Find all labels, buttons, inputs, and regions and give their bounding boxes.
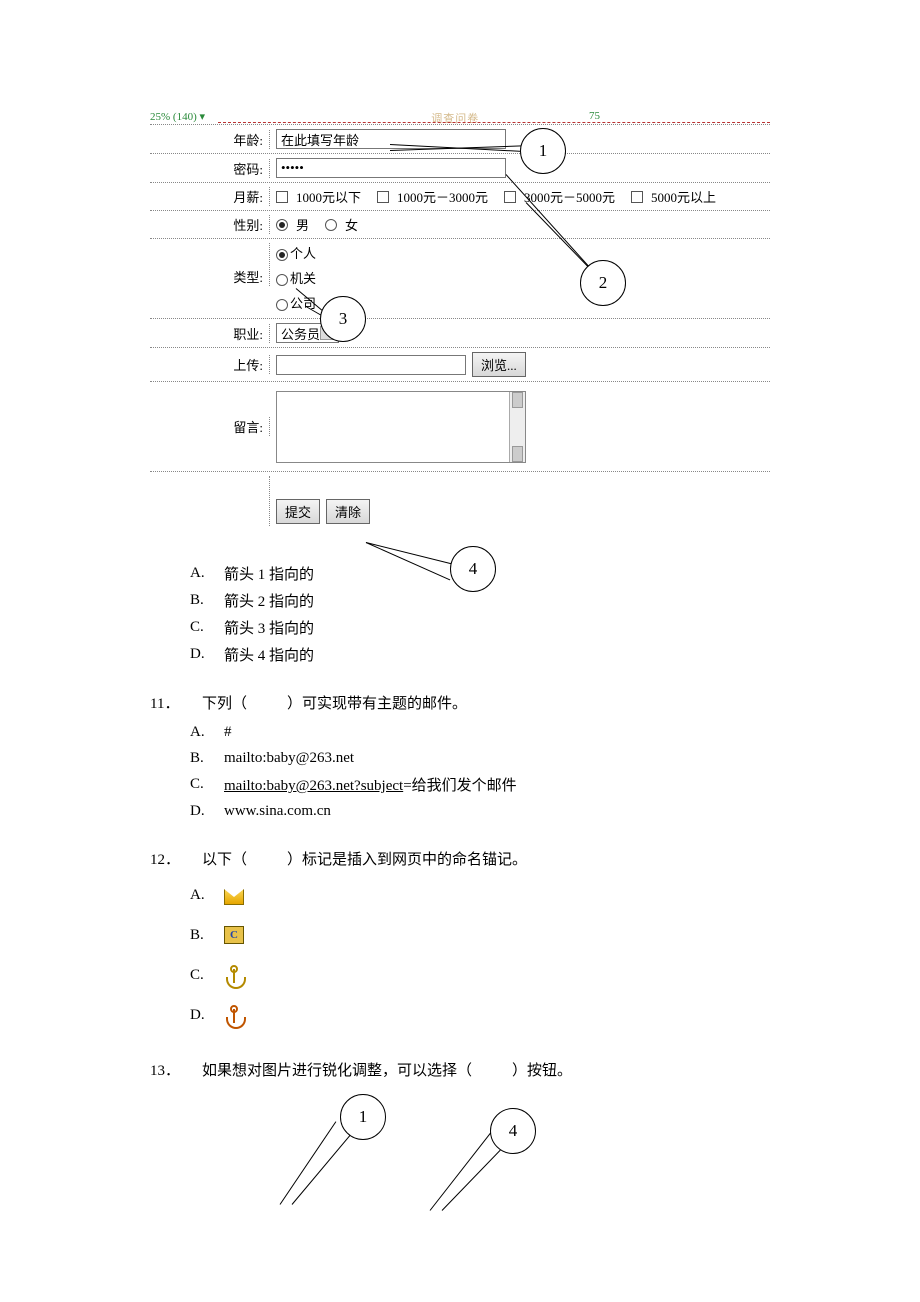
upload-path-input[interactable] [276,355,466,375]
label-job: 职业: [150,324,270,343]
anchor-icon [224,1005,242,1025]
type-opt-1-radio[interactable] [276,249,288,261]
q13: 13． 如果想对图片进行锐化调整，可以选择（）按钮。 1 4 [150,1049,770,1214]
q12-opt-b: B.C [190,915,770,955]
label-age: 年龄: [150,130,270,149]
clear-button[interactable]: 清除 [326,499,370,524]
q11: 11． 下列（）可实现带有主题的邮件。 A.# B.mailto:baby@26… [150,682,770,824]
q11-opt-b: B.mailto:baby@263.net [190,745,770,771]
q13-callout-1-line-a [280,1121,337,1204]
type-opt-2-label: 机关 [290,271,316,286]
editor-ruler: 25% (140) ▾ 调查问卷 75 [150,110,770,124]
q10-opt-c: C.箭头 3 指向的 [190,614,770,641]
q13-callout-4-line-a [430,1131,492,1210]
ruler-guideline [218,122,770,123]
named-anchor-icon [224,965,242,985]
label-salary: 月薪: [150,187,270,206]
type-opt-2-radio[interactable] [276,274,288,286]
label-password: 密码: [150,159,270,178]
q12-stem: 12． 以下（）标记是插入到网页中的命名锚记。 [150,838,770,871]
row-job: 职业: 公务员 [150,319,770,348]
type-opt-3-radio[interactable] [276,299,288,311]
salary-opt-3-label: 3000元－5000元 [524,187,615,206]
form-editor-figure: 25% (140) ▾ 调查问卷 75 年龄: 密码: 月薪: [150,110,770,530]
actions-spacer [150,476,270,526]
q11-stem: 11． 下列（）可实现带有主题的邮件。 [150,682,770,715]
message-scrollbar[interactable] [509,392,525,462]
salary-opt-3-checkbox[interactable] [504,191,516,203]
gender-opt-male-label: 男 [296,215,309,234]
row-upload: 上传: 浏览... [150,348,770,382]
form-title: 调查问卷 [431,110,479,126]
age-input[interactable] [276,129,506,149]
q11-opt-c: C.mailto:baby@263.net?subject=给我们发个邮件 [190,771,770,798]
ruler-right-label: 75 [589,110,600,122]
q13-stem: 13． 如果想对图片进行锐化调整，可以选择（）按钮。 [150,1049,770,1082]
q12-opt-d: D. [190,995,770,1035]
password-input[interactable] [276,158,506,178]
q13-callout-4: 4 [490,1108,536,1154]
q13-callout-1: 1 [340,1094,386,1140]
q10-opt-d: D.箭头 4 指向的 [190,641,770,668]
row-age: 年龄: [150,125,770,154]
gender-opt-male-radio[interactable] [276,219,288,231]
css-icon: C [224,926,244,944]
gender-opt-female-radio[interactable] [325,219,337,231]
callout-3: 3 [320,296,366,342]
label-gender: 性别: [150,215,270,234]
salary-opt-1-checkbox[interactable] [276,191,288,203]
label-message: 留言: [150,417,270,436]
q11-opt-a: A.# [190,719,770,745]
salary-opt-4-label: 5000元以上 [651,187,716,206]
q12-opt-c: C. [190,955,770,995]
callout-2: 2 [580,260,626,306]
salary-opt-4-checkbox[interactable] [631,191,643,203]
mail-icon [224,885,244,905]
job-dropdown-value: 公务员 [281,324,320,343]
gender-opt-female-label: 女 [345,215,358,234]
browse-button[interactable]: 浏览... [472,352,526,377]
row-type: 类型: 个人 机关 公司 [150,239,770,319]
type-opt-1-label: 个人 [290,246,316,261]
row-gender: 性别: 男 女 [150,211,770,239]
message-textarea[interactable] [276,391,526,463]
row-actions: 提交 清除 [150,472,770,530]
salary-opt-2-checkbox[interactable] [377,191,389,203]
q12-opt-a: A. [190,875,770,915]
salary-opt-1-label: 1000元以下 [296,187,361,206]
salary-opt-2-label: 1000元－3000元 [397,187,488,206]
callout-1: 1 [520,128,566,174]
q12: 12． 以下（）标记是插入到网页中的命名锚记。 A. B.C C. D. [150,838,770,1035]
ruler-left-label: 25% (140) ▾ [150,110,205,123]
q11-opt-d: D.www.sina.com.cn [190,798,770,824]
row-message: 留言: [150,382,770,472]
row-password: 密码: [150,154,770,183]
q13-figure: 1 4 [280,1094,770,1214]
q10-opt-b: B.箭头 2 指向的 [190,587,770,614]
label-upload: 上传: [150,355,270,374]
callout-4: 4 [450,546,496,592]
q12-options: A. B.C C. D. [190,875,770,1035]
q11-options: A.# B.mailto:baby@263.net C.mailto:baby@… [190,719,770,824]
row-salary: 月薪: 1000元以下 1000元－3000元 3000元－5000元 5000… [150,183,770,211]
submit-button[interactable]: 提交 [276,499,320,524]
label-type: 类型: [150,243,270,286]
survey-form: 年龄: 密码: 月薪: 1000元以下 1000元－3000元 3000元－50… [150,124,770,530]
